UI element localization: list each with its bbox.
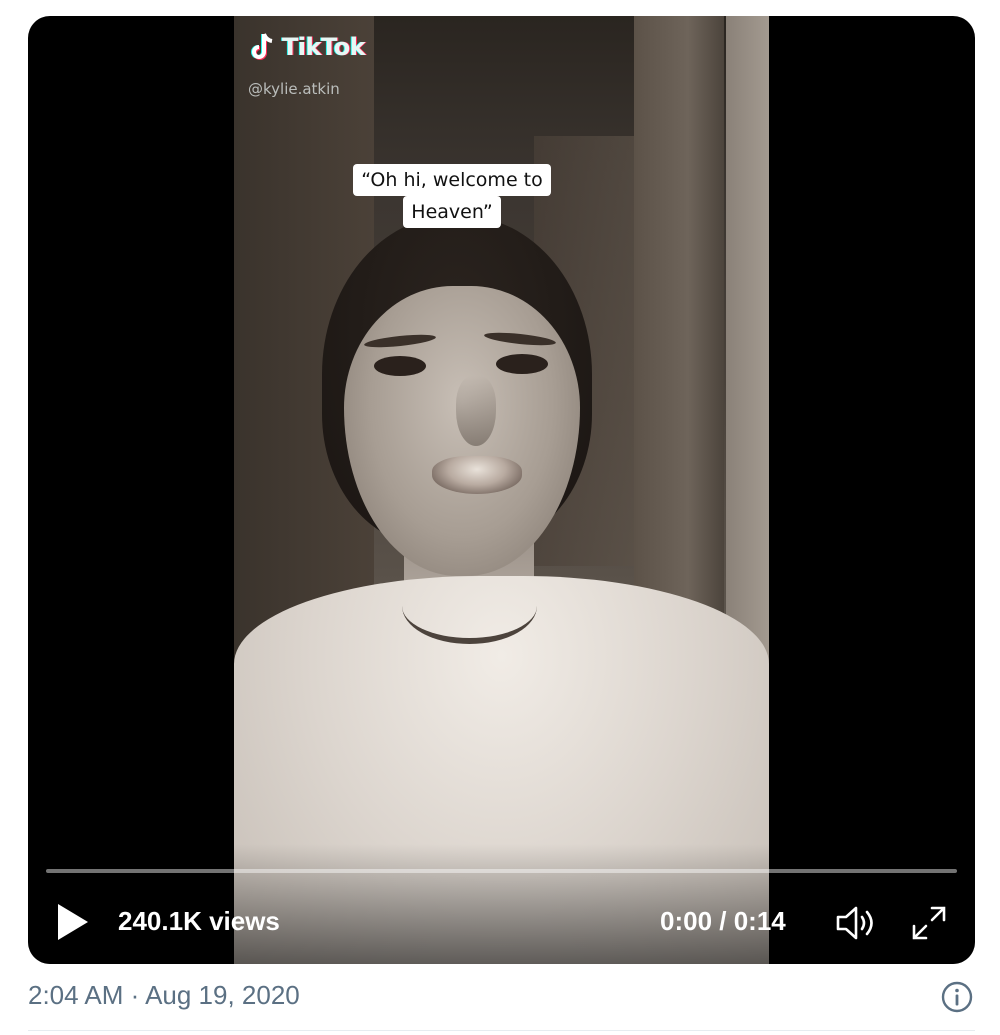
caption-line-1: “Oh hi, welcome to [353,164,551,196]
caption-line-2: Heaven” [403,196,501,228]
subject-mouth [432,456,522,494]
info-button[interactable] [940,980,974,1014]
subject-necklace [402,568,537,644]
tweet-divider [28,1030,975,1031]
subject-left-eye [374,356,426,376]
tiktok-watermark: TikTok [250,32,366,62]
duration: 0:14 [733,906,786,936]
play-button[interactable] [54,900,92,944]
video-caption: “Oh hi, welcome to Heaven” [334,164,570,228]
time-readout: 0:00 / 0:14 [660,906,786,937]
play-icon [58,904,88,940]
tiktok-logo-icon [250,32,276,62]
video-player[interactable]: TikTok @kylie.atkin “Oh hi, welcome to H… [28,16,975,964]
current-time: 0:00 [660,906,713,936]
video-frame[interactable]: TikTok @kylie.atkin “Oh hi, welcome to H… [234,16,769,964]
volume-icon [836,906,873,940]
volume-button[interactable] [834,902,880,944]
fullscreen-icon [912,906,946,940]
fullscreen-button[interactable] [908,902,950,944]
time-separator: / [712,906,734,936]
tiktok-handle: @kylie.atkin [248,80,340,98]
view-count: 240.1K views [118,906,280,936]
progress-bar[interactable] [46,869,957,873]
tweet-timestamp[interactable]: 2:04 AM · Aug 19, 2020 [28,980,300,1011]
tiktok-wordmark: TikTok [282,33,366,61]
subject-nose [456,376,496,446]
controls-overlay [28,844,975,964]
subject-right-eye [496,354,548,374]
info-icon [941,981,973,1013]
